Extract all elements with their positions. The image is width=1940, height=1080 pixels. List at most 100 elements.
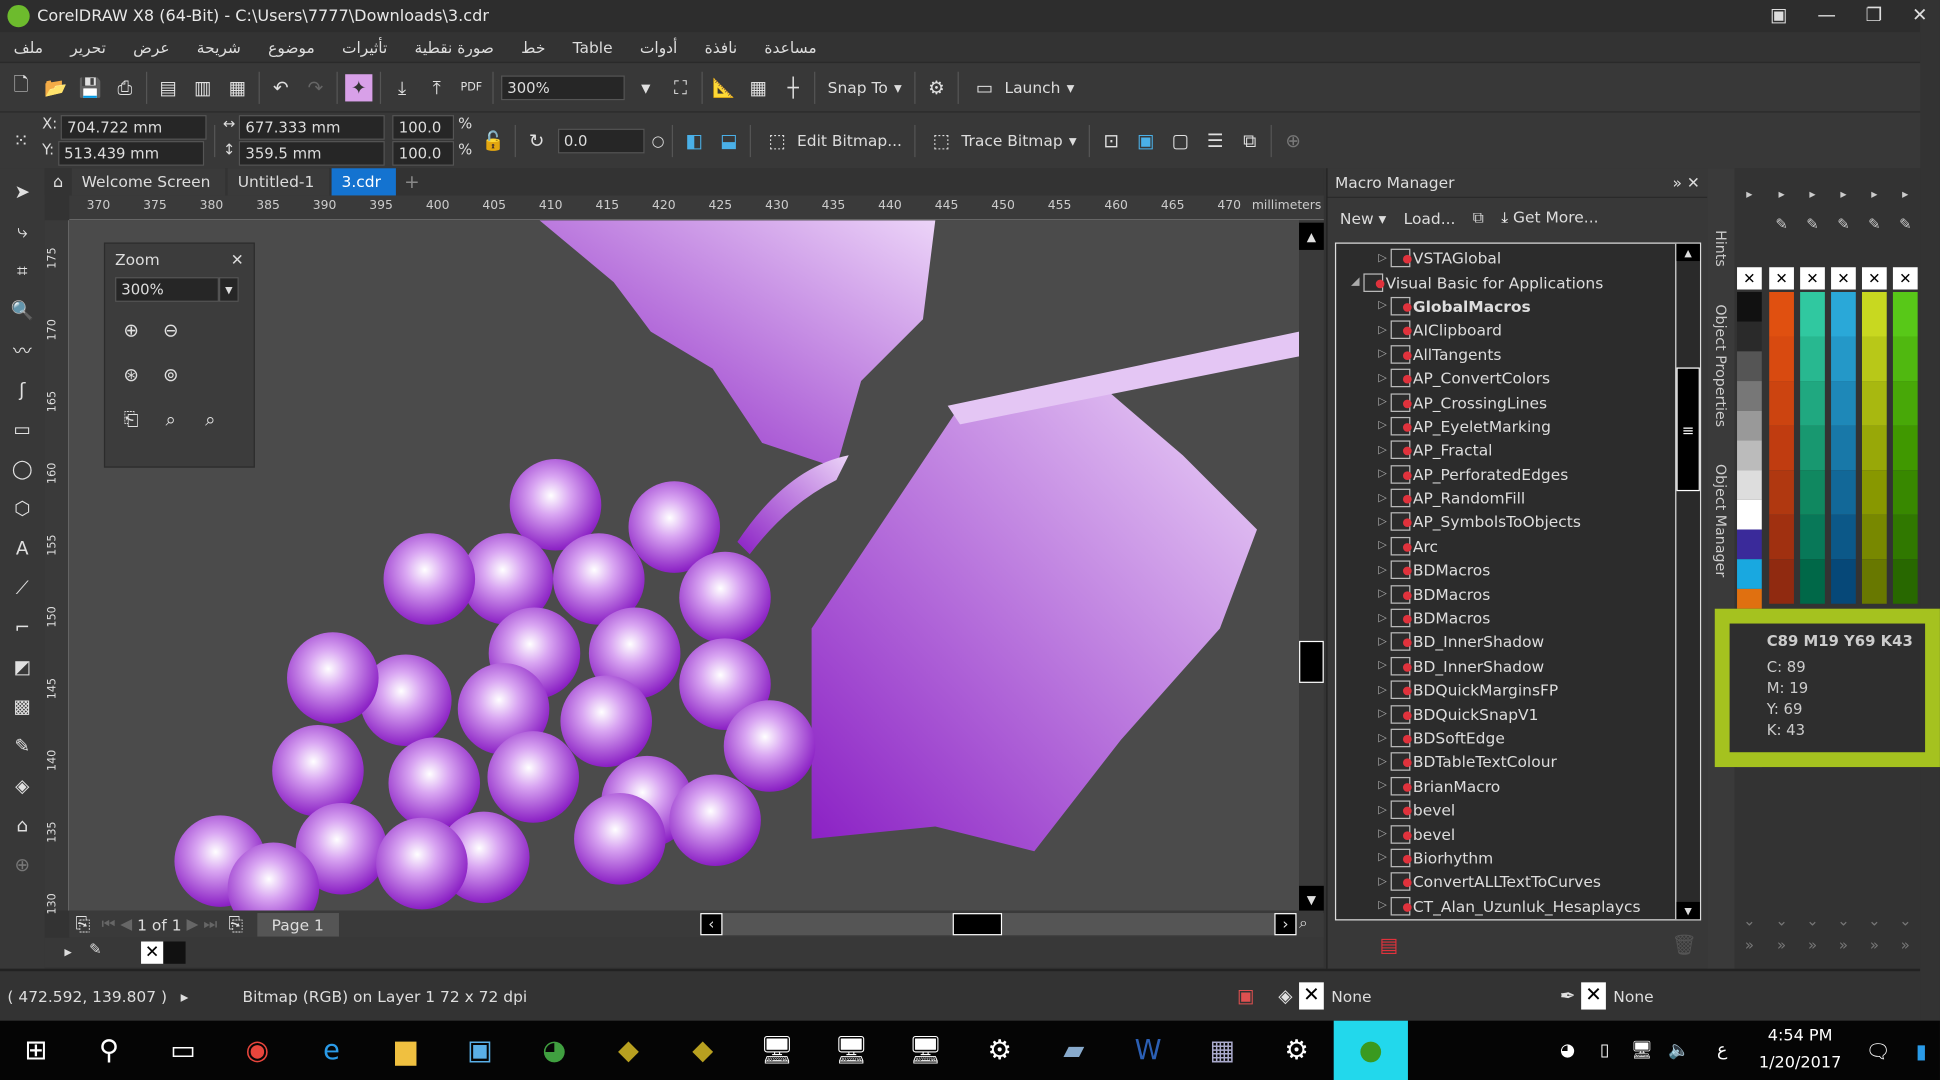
zoom-width-icon[interactable]: ⌕ xyxy=(157,406,184,433)
color-swatch[interactable] xyxy=(1861,514,1887,560)
no-color-swatch[interactable]: ✕ xyxy=(1800,267,1825,290)
color-swatch[interactable] xyxy=(1831,291,1856,337)
macro-tree-item[interactable]: ▷ BDMacros xyxy=(1336,582,1700,606)
get-more-button[interactable]: ⤓ Get More... xyxy=(1501,208,1598,228)
macro-tree-item[interactable]: ▷ BDMacros xyxy=(1336,558,1700,582)
menu-item[interactable]: صورة نقطية xyxy=(401,38,508,57)
connector-tool-icon[interactable]: ⌐ xyxy=(9,614,36,641)
shape-tool-icon[interactable]: ⤷ xyxy=(9,218,36,245)
macro-tree-item[interactable]: ▷ Arc xyxy=(1336,534,1700,558)
color-proofing-icon[interactable]: ▣ xyxy=(1232,982,1259,1009)
side-tab-hints[interactable]: Hints xyxy=(1712,230,1729,267)
expand-arrow-icon[interactable]: ▷ xyxy=(1378,588,1390,600)
expand-arrow-icon[interactable]: ▷ xyxy=(1378,540,1390,552)
width-field[interactable]: 677.333 mm xyxy=(239,115,386,140)
macro-tree-item[interactable]: ▷ BDQuickSnapV1 xyxy=(1336,702,1700,726)
menu-item[interactable]: تحرير xyxy=(57,38,120,57)
color-swatch[interactable] xyxy=(1737,440,1762,471)
expanded-arrow-icon[interactable]: ◢ xyxy=(1351,276,1363,288)
palette-flyout-icon[interactable]: ▸ xyxy=(1893,188,1918,202)
palette-flyout-icon[interactable]: ▸ xyxy=(1737,188,1762,202)
scale-y-field[interactable]: 100.0 xyxy=(392,141,455,166)
crop-bitmap-icon[interactable]: ⊡ xyxy=(1098,127,1125,154)
smart-fill-icon[interactable]: ⌂ xyxy=(9,812,36,839)
new-macro-button[interactable]: New ▾ xyxy=(1340,208,1386,227)
copy-icon[interactable]: ▥ xyxy=(189,74,216,101)
color-swatch[interactable] xyxy=(1831,381,1856,426)
palette-scroll-icon[interactable]: ⌄» xyxy=(1800,908,1825,957)
expand-arrow-icon[interactable]: ▷ xyxy=(1378,396,1390,408)
chrome-icon[interactable]: ◉ xyxy=(220,1021,294,1080)
zoom-panel-level[interactable]: 300% xyxy=(115,277,219,302)
color-swatch[interactable] xyxy=(1737,381,1762,411)
mirror-vertical-icon[interactable]: ⬓ xyxy=(715,127,742,154)
show-grid-icon[interactable]: ▦ xyxy=(745,74,772,101)
undo-icon[interactable]: ↶ xyxy=(267,74,294,101)
color-swatch[interactable] xyxy=(1800,381,1825,426)
fill-swatch[interactable]: ✕ xyxy=(1299,982,1324,1010)
parallel-dimension-icon[interactable]: ⟋ xyxy=(9,574,36,601)
color-swatch[interactable] xyxy=(1769,514,1794,560)
expand-arrow-icon[interactable]: ▷ xyxy=(1378,660,1390,672)
download-manager-icon[interactable]: ◕ xyxy=(517,1021,591,1080)
x-position-field[interactable]: 704.722 mm xyxy=(60,115,207,140)
rotation-angle-field[interactable]: 0.0 xyxy=(557,128,645,153)
rectangle-tool-icon[interactable]: ▭ xyxy=(9,416,36,443)
tray-download-icon[interactable]: ◕ xyxy=(1549,1021,1586,1080)
no-color-swatch[interactable]: ✕ xyxy=(1769,267,1794,290)
macro-tree-item[interactable]: ▷ bevel xyxy=(1336,798,1700,822)
expand-arrow-icon[interactable]: ▷ xyxy=(1378,636,1390,648)
color-swatch[interactable] xyxy=(1831,425,1856,471)
tree-scroll-thumb[interactable]: ≡ xyxy=(1676,367,1700,492)
no-color-swatch[interactable]: ✕ xyxy=(1831,267,1856,290)
show-guidelines-icon[interactable]: ┼ xyxy=(779,74,806,101)
internet-explorer-icon[interactable]: e xyxy=(294,1021,368,1080)
color-swatch[interactable] xyxy=(1831,336,1856,382)
tab-untitled-1[interactable]: Untitled-1 xyxy=(227,168,330,196)
zoom-selected-icon[interactable]: ⊛ xyxy=(118,361,145,388)
palette-expand-icon[interactable]: ▸ xyxy=(64,943,71,960)
menu-item[interactable]: Table xyxy=(559,38,626,57)
add-page-icon[interactable]: ⎘ xyxy=(69,911,96,938)
expand-arrow-icon[interactable]: ▷ xyxy=(1378,876,1390,888)
clock[interactable]: 4:54 PM 1/20/2017 xyxy=(1747,1023,1853,1077)
search-content-icon[interactable]: ✦ xyxy=(345,73,373,101)
crop-tool-icon[interactable]: ⌗ xyxy=(9,257,36,284)
new-document-icon[interactable]: 🗋 xyxy=(7,73,34,101)
scroll-up-icon[interactable]: ▴ xyxy=(1299,222,1324,250)
chevron-down-icon[interactable]: ▾ xyxy=(218,277,239,302)
bitmap-bounds-icon[interactable]: ▢ xyxy=(1167,127,1194,154)
task-view-icon[interactable]: ▭ xyxy=(146,1021,220,1080)
zoom-page-icon[interactable]: ⎗ xyxy=(118,406,145,433)
copy-icon[interactable]: ⧉ xyxy=(1473,208,1484,228)
scroll-up-icon[interactable]: ▴ xyxy=(1676,243,1700,262)
object-origin-icon[interactable]: ⁙ xyxy=(7,127,34,154)
color-swatch[interactable] xyxy=(1737,559,1762,589)
full-screen-icon[interactable]: ⛶ xyxy=(667,74,694,101)
tab-welcome-screen[interactable]: Welcome Screen xyxy=(71,168,226,196)
open-folder-icon[interactable]: 📂 xyxy=(42,74,69,101)
pick-tool-icon[interactable]: ➤ xyxy=(9,178,36,205)
expand-arrow-icon[interactable]: ▷ xyxy=(1378,516,1390,528)
macro-tree-item[interactable]: ▷ AP_ConvertColors xyxy=(1336,366,1700,390)
status-expand-icon[interactable]: ▸ xyxy=(181,987,243,1006)
add-icon[interactable]: ⊕ xyxy=(1279,127,1306,154)
macro-tree-item[interactable]: ▷ CT_Alan_Uzunluk_Hesaplaycs xyxy=(1336,894,1700,918)
expand-arrow-icon[interactable]: ▷ xyxy=(1378,348,1390,360)
navigator-zoom-icon[interactable]: ⌕ xyxy=(1299,913,1308,933)
expand-arrow-icon[interactable]: ▷ xyxy=(1378,780,1390,792)
vertical-ruler[interactable]: 175 170 165 160 155 150 145 140 135 130 xyxy=(44,220,70,915)
macro-tree-item[interactable]: ▷ AP_Fractal xyxy=(1336,438,1700,462)
menu-item[interactable]: نافذة xyxy=(691,38,751,57)
first-page-icon[interactable]: ⏮ ◀ xyxy=(97,914,138,934)
close-button[interactable]: ✕ xyxy=(1912,4,1928,26)
color-swatch[interactable] xyxy=(1769,559,1794,604)
macro-tree-item[interactable]: ▷ AP_SymbolsToObjects xyxy=(1336,510,1700,534)
expand-arrow-icon[interactable]: ▷ xyxy=(1378,612,1390,624)
height-field[interactable]: 359.5 mm xyxy=(239,141,386,166)
transparency-icon[interactable]: ▩ xyxy=(9,693,36,720)
zoom-all-icon[interactable]: ⊚ xyxy=(157,361,184,388)
color-swatch[interactable] xyxy=(1892,381,1918,426)
palette-scroll-icon[interactable]: ⌄» xyxy=(1737,908,1762,957)
eyedropper-icon[interactable]: ✎ xyxy=(1769,215,1794,232)
